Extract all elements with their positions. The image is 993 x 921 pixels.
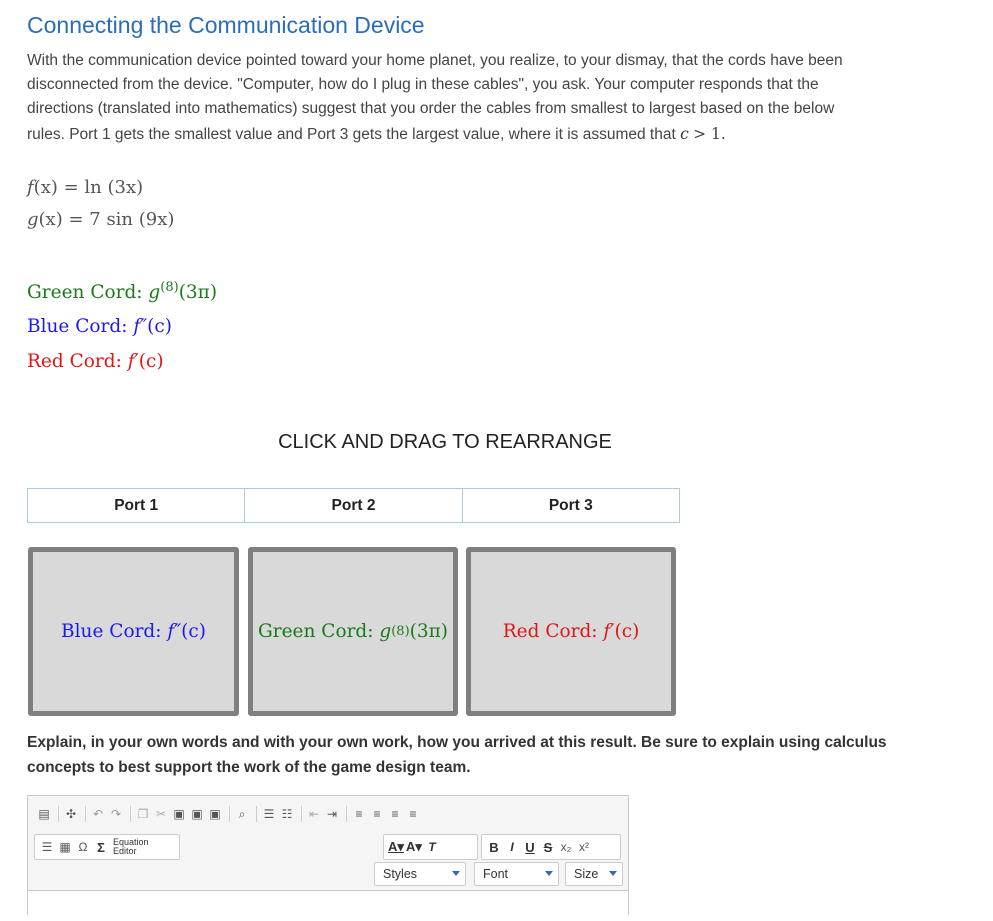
subscript-button[interactable]: x₂	[558, 839, 574, 855]
find-icon[interactable]: ⌕	[234, 806, 250, 822]
slot-3-label: Red Cord:	[502, 621, 598, 642]
color-group: A▾ A▾ T	[383, 834, 478, 860]
green-arg: (3π)	[178, 282, 218, 304]
slot-1-expr: f″	[167, 621, 182, 642]
paste-text-icon[interactable]: ▣	[189, 806, 205, 822]
bulleted-list-icon[interactable]: ☷	[279, 806, 295, 822]
maximize-icon[interactable]: ✣	[63, 806, 79, 822]
ports-header: Port 1 Port 2 Port 3	[27, 488, 680, 523]
intro-paragraph: With the communication device pointed to…	[27, 49, 872, 147]
font-dropdown[interactable]: Font	[474, 862, 559, 886]
bg-color-icon[interactable]: A▾	[406, 839, 422, 855]
sigma-icon[interactable]: Σ	[93, 839, 109, 855]
align-left-icon[interactable]: ≡	[351, 806, 367, 822]
function-f: f(x) = ln (3x)	[27, 177, 143, 198]
slot-3-arg: (c)	[614, 621, 640, 642]
green-label: Green Cord:	[27, 282, 143, 304]
font-label: Font	[483, 867, 509, 881]
blue-arg: (c)	[147, 316, 172, 337]
f-name: f	[27, 177, 34, 198]
slot-2-expr: g	[379, 621, 392, 642]
condition-rest: > 1.	[693, 124, 726, 143]
green-expr: g	[148, 282, 161, 304]
draggable-cord-slot-3[interactable]: Red Cord: f′ (c)	[466, 547, 676, 716]
condition-var: c	[680, 124, 689, 143]
size-dropdown[interactable]: Size	[565, 862, 623, 886]
function-g: g(x) = 7 sin (9x)	[27, 209, 174, 230]
green-sup: (8)	[160, 280, 179, 295]
paste-word-icon[interactable]: ▣	[207, 806, 223, 822]
editor-text-area[interactable]	[28, 890, 628, 921]
copy-icon[interactable]: ❐	[135, 806, 151, 822]
g-body: 7 sin (9x)	[89, 209, 175, 230]
red-arg: (c)	[138, 351, 164, 372]
red-expr: f′	[127, 351, 139, 372]
page-title: Connecting the Communication Device	[27, 12, 425, 38]
styles-label: Styles	[383, 867, 418, 881]
underline-button[interactable]: U	[522, 839, 538, 855]
toolbar-row-1: ▤ ✣ ↶ ↷ ❐ ✂ ▣ ▣ ▣ ⌕ ☰ ☷ ⇤ ⇥ ≡ ≡ ≡ ≡	[36, 806, 423, 822]
justify-icon[interactable]: ≡	[405, 806, 421, 822]
blue-label: Blue Cord:	[27, 316, 128, 337]
format-group: B I U S x₂ x²	[481, 834, 621, 860]
slot-3-expr: f′	[603, 621, 615, 642]
slot-1-arg: (c)	[181, 621, 206, 642]
chevron-down-icon	[609, 871, 617, 876]
remove-format-icon[interactable]: T	[424, 839, 440, 855]
port-3-label: Port 3	[548, 496, 593, 514]
superscript-button[interactable]: x²	[576, 839, 592, 855]
drag-instructions: CLICK AND DRAG TO REARRANGE	[278, 431, 612, 453]
g-eq: =	[62, 209, 90, 230]
slot-2-arg: (3π)	[409, 621, 449, 642]
redo-icon[interactable]: ↷	[108, 806, 124, 822]
numbered-list-icon[interactable]: ☰	[261, 806, 277, 822]
green-cord-def: Green Cord: g(8)(3π)	[27, 280, 217, 303]
align-center-icon[interactable]: ≡	[369, 806, 385, 822]
strike-button[interactable]: S	[540, 839, 556, 855]
paste-icon[interactable]: ▣	[171, 806, 187, 822]
f-body: ln (3x)	[84, 177, 144, 198]
red-cord-def: Red Cord: f′(c)	[27, 351, 164, 372]
horizontal-line-icon[interactable]: ☰	[39, 839, 55, 855]
cut-icon[interactable]: ✂	[153, 806, 169, 822]
g-arg: (x)	[38, 209, 63, 230]
g-name: g	[27, 209, 39, 230]
align-right-icon[interactable]: ≡	[387, 806, 403, 822]
omega-icon[interactable]: Ω	[75, 839, 91, 855]
chevron-down-icon	[545, 871, 553, 876]
bold-button[interactable]: B	[486, 839, 502, 855]
f-eq: =	[57, 177, 85, 198]
undo-icon[interactable]: ↶	[90, 806, 106, 822]
outdent-icon[interactable]: ⇤	[306, 806, 322, 822]
draggable-cord-slot-1[interactable]: Blue Cord: f″ (c)	[28, 547, 239, 716]
source-icon[interactable]: ▤	[36, 806, 52, 822]
blue-expr: f″	[133, 316, 148, 337]
f-arg: (x)	[33, 177, 58, 198]
blue-cord-def: Blue Cord: f″(c)	[27, 316, 172, 337]
explain-prompt: Explain, in your own words and with your…	[27, 734, 887, 776]
indent-icon[interactable]: ⇥	[324, 806, 340, 822]
red-label: Red Cord:	[27, 351, 122, 372]
table-icon[interactable]: ▦	[57, 839, 73, 855]
italic-button[interactable]: I	[504, 839, 520, 855]
size-label: Size	[574, 867, 599, 881]
styles-dropdown[interactable]: Styles	[374, 862, 466, 886]
slot-1-label: Blue Cord:	[61, 621, 162, 642]
port-2-label: Port 2	[245, 489, 463, 522]
text-color-icon[interactable]: A▾	[388, 839, 404, 855]
port-1-label: Port 1	[28, 489, 246, 522]
rich-text-editor[interactable]: ▤ ✣ ↶ ↷ ❐ ✂ ▣ ▣ ▣ ⌕ ☰ ☷ ⇤ ⇥ ≡ ≡ ≡ ≡ ☰ ▦ …	[27, 795, 629, 921]
slot-2-sup: (8)	[391, 624, 410, 639]
chevron-down-icon	[452, 871, 460, 876]
equation-editor-button[interactable]: Equation Editor	[113, 838, 149, 856]
insert-group: ☰ ▦ Ω Σ Equation Editor	[34, 834, 180, 860]
slot-2-label: Green Cord:	[257, 621, 374, 642]
draggable-cord-slot-2[interactable]: Green Cord: g (8) (3π)	[248, 547, 458, 716]
